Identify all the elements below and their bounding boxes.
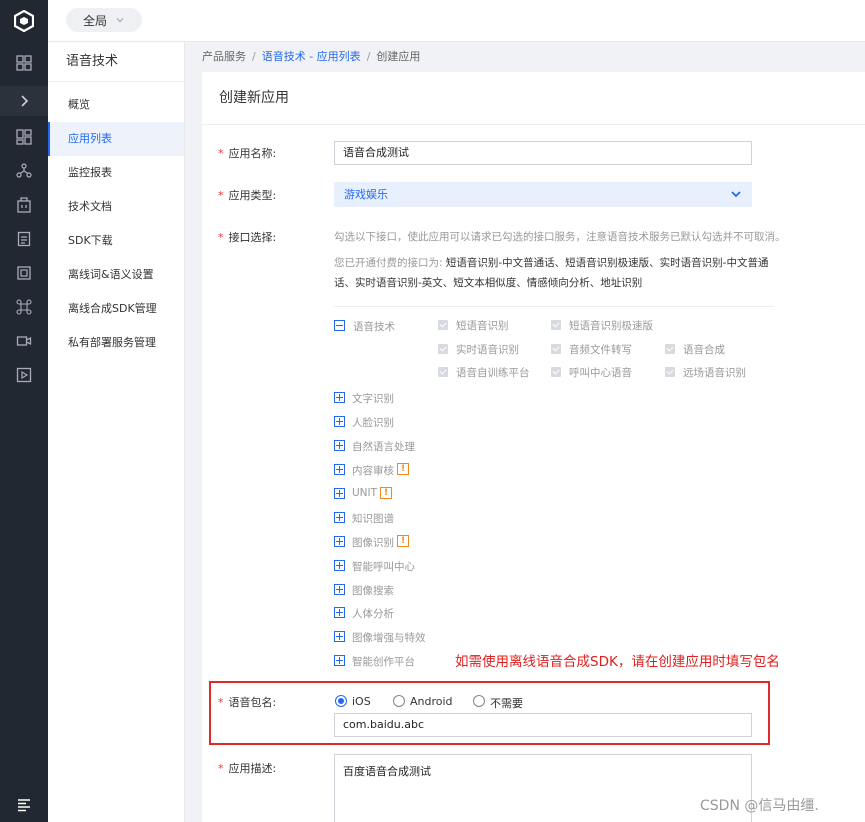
watermark: CSDN @信马由缰. [700, 798, 819, 814]
scope-selector[interactable]: 全局 [66, 8, 142, 32]
expand-toggle-body-analysis[interactable] [334, 607, 345, 618]
sidenav-item-offline-sdk[interactable]: 离线合成SDK管理 [48, 292, 184, 326]
api-item-label: 呼叫中心语音 [569, 367, 632, 379]
radio-none[interactable] [473, 695, 485, 707]
building-icon[interactable] [0, 190, 48, 220]
checkbox-disabled [551, 320, 561, 330]
expand-toggle-nlp[interactable] [334, 440, 345, 451]
side-nav: 语音技术 概览 应用列表 监控报表 技术文档 SDK下载 离线词&语义设置 离线… [48, 42, 185, 822]
expand-toggle-unit[interactable] [334, 488, 345, 499]
expand-toggle-knowledge-graph[interactable] [334, 512, 345, 523]
expand-toggle-call-center[interactable] [334, 560, 345, 571]
api-item-label: 远场语音识别 [683, 367, 746, 379]
expand-toggle-ocr[interactable] [334, 392, 345, 403]
api-item-label: 音频文件转写 [569, 344, 632, 356]
group-label-call-center: 智能呼叫中心 [352, 561, 415, 573]
group-label-image-recognition: 图像识别 [352, 537, 394, 549]
sidenav-item-private-deploy[interactable]: 私有部署服务管理 [48, 326, 184, 360]
command-icon[interactable] [0, 292, 48, 322]
api-item-label: 实时语音识别 [456, 344, 519, 356]
chevron-down-icon [116, 18, 124, 23]
app-name-label: * 应用名称: [218, 147, 277, 160]
breadcrumb-current: 创建应用 [376, 50, 421, 63]
checkbox-disabled [551, 344, 561, 354]
api-hint: 勾选以下接口，使此应用可以请求已勾选的接口服务，注意语音技术服务已默认勾选并不可… [334, 231, 786, 243]
expand-toggle-face[interactable] [334, 416, 345, 427]
warning-icon: ! [397, 463, 409, 475]
breadcrumb-parent-link[interactable]: 语音技术 - 应用列表 [262, 50, 361, 63]
api-item-label: 语音自训练平台 [456, 367, 530, 379]
radio-ios-label: iOS [352, 695, 371, 708]
app-type-select[interactable]: 游戏娱乐 [334, 182, 752, 207]
warning-icon: ! [380, 487, 392, 499]
sidenav-item-app-list[interactable]: 应用列表 [48, 122, 184, 156]
radio-android-label: Android [410, 695, 453, 708]
play-icon[interactable] [0, 360, 48, 390]
sidenav-item-overview[interactable]: 概览 [48, 88, 184, 122]
speech-group-collapse-toggle[interactable] [334, 320, 345, 331]
document-icon[interactable] [0, 224, 48, 254]
group-label-ocr: 文字识别 [352, 393, 394, 405]
video-icon[interactable] [0, 326, 48, 356]
page-title: 创建新应用 [202, 72, 865, 125]
group-label-body-analysis: 人体分析 [352, 608, 394, 620]
group-label-content-audit: 内容审核 [352, 465, 394, 477]
cloud-logo-icon[interactable] [0, 0, 48, 42]
group-label-unit: UNIT [352, 487, 378, 499]
api-item-label: 语音合成 [683, 344, 725, 356]
dashboard-grid-icon[interactable] [0, 48, 48, 78]
sidenav-item-monitor[interactable]: 监控报表 [48, 156, 184, 190]
checkbox-disabled [665, 344, 675, 354]
app-type-label: * 应用类型: [218, 189, 277, 202]
sidenav-item-offline-words[interactable]: 离线词&语义设置 [48, 258, 184, 292]
top-bar: 全局 [48, 0, 865, 42]
paid-apis: 您已开通付费的接口为: 短语音识别-中文普通话、短语音识别极速版、实时语音识别-… [334, 257, 769, 289]
checkbox-disabled [438, 367, 448, 377]
sidenav-item-sdk-download[interactable]: SDK下载 [48, 224, 184, 258]
app-desc-label: * 应用描述: [218, 762, 277, 775]
checkbox-disabled [665, 367, 675, 377]
api-select-label: * 接口选择: [218, 231, 277, 244]
sidenav-title: 语音技术 [48, 42, 184, 82]
expand-toggle-image-enhance[interactable] [334, 631, 345, 642]
annotation-text: 如需使用离线语音合成SDK，请在创建应用时填写包名 [455, 654, 780, 670]
sidenav-item-docs[interactable]: 技术文档 [48, 190, 184, 224]
app-name-input[interactable]: 语音合成测试 [334, 141, 752, 165]
checkbox-disabled [438, 344, 448, 354]
checkbox-disabled [551, 367, 561, 377]
group-label-creation-platform: 智能创作平台 [352, 656, 415, 668]
radio-android[interactable] [393, 695, 405, 707]
radio-ios[interactable] [335, 695, 347, 707]
group-label-knowledge-graph: 知识图谱 [352, 513, 394, 525]
warning-icon: ! [397, 535, 409, 547]
package-name-input[interactable]: com.baidu.abc [334, 713, 752, 737]
network-icon[interactable] [0, 156, 48, 186]
group-label-face: 人脸识别 [352, 417, 394, 429]
chevron-right-icon[interactable] [0, 86, 48, 116]
breadcrumb: 产品服务 / 语音技术 - 应用列表 / 创建应用 [185, 42, 865, 72]
radio-none-label: 不需要 [490, 697, 523, 710]
layout-icon[interactable] [0, 122, 48, 152]
app-rail [0, 0, 48, 822]
expand-toggle-image-recognition[interactable] [334, 536, 345, 547]
group-label-image-enhance: 图像增强与特效 [352, 632, 426, 644]
group-label-image-search: 图像搜索 [352, 585, 394, 597]
expand-toggle-creation-platform[interactable] [334, 655, 345, 666]
app-desc-textarea[interactable]: 百度语音合成测试 [334, 754, 752, 822]
expand-toggle-content-audit[interactable] [334, 464, 345, 475]
group-label-nlp: 自然语言处理 [352, 441, 415, 453]
speech-group-label: 语音技术 [353, 321, 395, 333]
chevron-down-icon [731, 191, 741, 198]
divider [334, 306, 774, 307]
expand-toggle-image-search[interactable] [334, 584, 345, 595]
menu-icon[interactable] [0, 790, 48, 820]
scope-label: 全局 [82, 13, 107, 28]
api-item-label: 短语音识别 [456, 320, 509, 332]
storage-icon[interactable] [0, 258, 48, 288]
package-name-label: * 语音包名: [218, 696, 277, 709]
app-type-value: 游戏娱乐 [344, 188, 388, 201]
api-item-label: 短语音识别极速版 [569, 320, 653, 332]
breadcrumb-root: 产品服务 [202, 50, 246, 63]
checkbox-disabled [438, 320, 448, 330]
